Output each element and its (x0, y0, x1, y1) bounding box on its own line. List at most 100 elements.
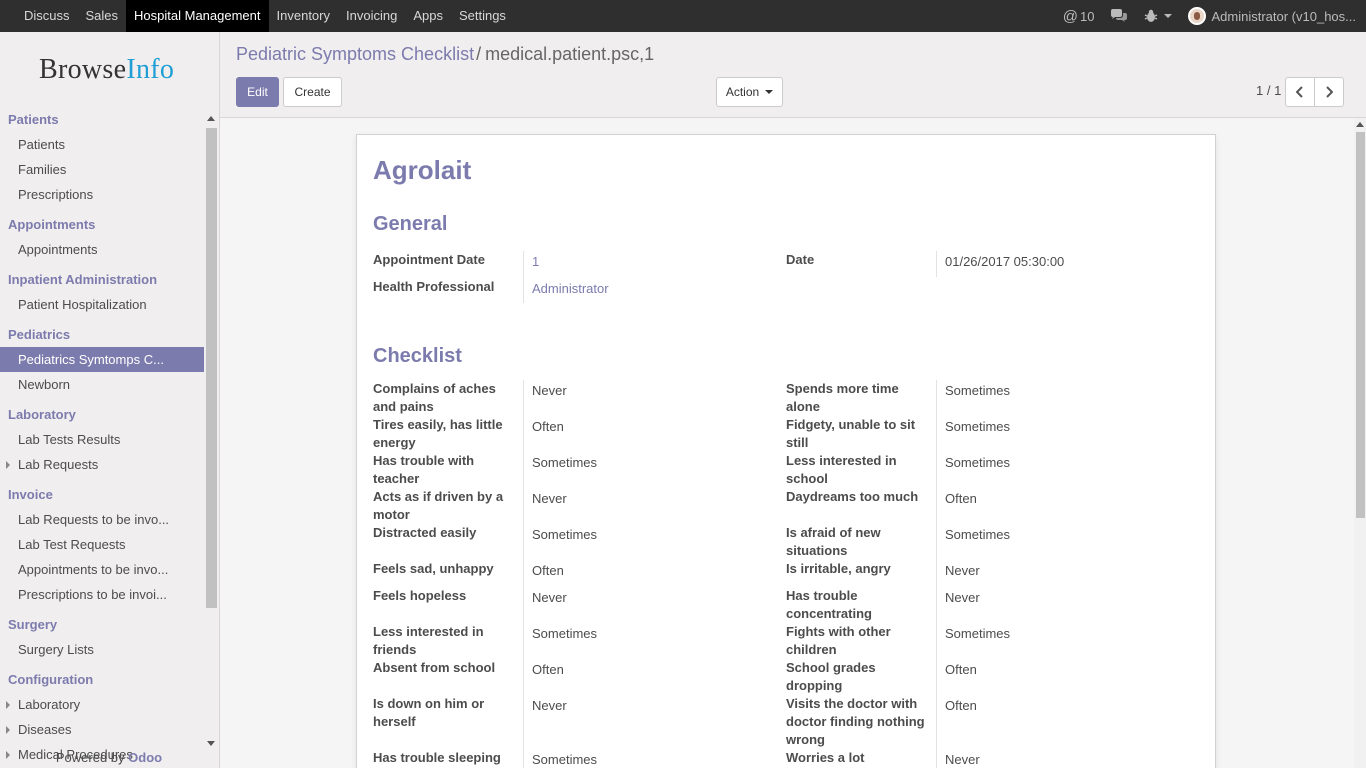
app-menu-discuss[interactable]: Discuss (16, 0, 78, 32)
mentions-button[interactable]: @ 10 (1063, 8, 1095, 25)
app-menu-inventory[interactable]: Inventory (269, 0, 338, 32)
sidebar-section-patients[interactable]: Patients (0, 108, 204, 132)
date-value: 01/26/2017 05:30:00 (945, 254, 1065, 269)
checklist-question: Absent from school (373, 660, 496, 675)
pager-value: 1 / 1 (1256, 83, 1282, 98)
edit-button[interactable]: Edit (236, 77, 279, 107)
checklist-answer: Often (532, 662, 564, 677)
sidebar-item-lab-test-requests[interactable]: Lab Test Requests (0, 532, 204, 557)
user-menu[interactable]: Administrator (v10_hos... (1188, 7, 1356, 25)
sidebar-item-lab-tests-results[interactable]: Lab Tests Results (0, 427, 204, 452)
sidebar-item-label: Newborn (18, 377, 71, 392)
sidebar-item-label: Patients (18, 137, 65, 152)
sidebar-item-label: Families (18, 162, 67, 177)
checklist-question: Distracted easily (373, 525, 477, 540)
sidebar-item-appointments-to-be-invo[interactable]: Appointments to be invo... (0, 557, 204, 582)
appointment-date-link[interactable]: 1 (532, 253, 539, 271)
checklist-answer: Sometimes (945, 527, 1011, 542)
control-panel: Pediatric Symptoms Checklist / medical.pat… (220, 32, 1366, 118)
app-menu-hospital-management[interactable]: Hospital Management (126, 0, 269, 32)
scroll-up-icon[interactable] (207, 116, 215, 121)
checklist-answer: Often (945, 662, 977, 677)
sidebar-section-laboratory[interactable]: Laboratory (0, 403, 204, 427)
sidebar-section-configuration[interactable]: Configuration (0, 668, 204, 692)
sidebar-item-label: Prescriptions (18, 187, 94, 202)
sidebar-section-inpatient-administration[interactable]: Inpatient Administration (0, 268, 204, 292)
scrollbar-thumb[interactable] (206, 128, 217, 608)
sidebar-item-label: Lab Requests to be invo... (18, 512, 170, 527)
sidebar-item-label: Patient Hospitalization (18, 297, 147, 312)
checklist-question: School grades dropping (786, 660, 876, 693)
avatar (1188, 7, 1207, 25)
checklist-question: Fidgety, unable to sit still (786, 417, 916, 450)
sidebar-item-surgery-lists[interactable]: Surgery Lists (0, 637, 204, 662)
field-separator (523, 380, 524, 768)
powered-by: Powered by Odoo (55, 750, 163, 765)
checklist-question: Is afraid of new situations (786, 525, 881, 558)
sidebar-section-appointments[interactable]: Appointments (0, 213, 204, 237)
checklist-answer: Often (532, 419, 564, 434)
sidebar: BrowseInfo Patients Patients Families Presc… (0, 32, 220, 768)
chat-button[interactable] (1110, 9, 1128, 23)
user-name: Administrator (v10_hos... (1211, 8, 1356, 24)
checklist-question: Feels hopeless (373, 588, 467, 603)
checklist-answer: Often (532, 563, 564, 578)
caret-right-icon (6, 726, 10, 734)
sidebar-item-prescriptions-to-be-invoi[interactable]: Prescriptions to be invoi... (0, 582, 204, 607)
app-menu-sales[interactable]: Sales (78, 0, 127, 32)
sidebar-section-pediatrics[interactable]: Pediatrics (0, 323, 204, 347)
checklist-question: Has trouble with teacher (373, 453, 475, 486)
app-menu: Discuss Sales Hospital Management Inventory… (16, 0, 514, 32)
sidebar-item-prescriptions[interactable]: Prescriptions (0, 182, 204, 207)
breadcrumb: Pediatric Symptoms Checklist / medical.pat… (236, 44, 655, 64)
debug-menu[interactable] (1144, 9, 1173, 23)
scroll-down-icon[interactable] (207, 741, 215, 746)
sidebar-item-label: Pediatrics Symtomps C... (18, 352, 164, 367)
checklist-question: Worries a lot (786, 750, 865, 765)
sidebar-scrollbar[interactable] (204, 112, 218, 748)
scroll-up-icon[interactable] (1356, 122, 1364, 127)
checklist-answer: Sometimes (532, 626, 598, 641)
app-menu-apps[interactable]: Apps (405, 0, 451, 32)
sidebar-item-families[interactable]: Families (0, 157, 204, 182)
sidebar-item-lab-requests-to-be-invo[interactable]: Lab Requests to be invo... (0, 507, 204, 532)
sidebar-menu: Patients Patients Families Prescriptions App… (0, 108, 204, 767)
sidebar-item-appointments[interactable]: Appointments (0, 237, 204, 262)
sidebar-item-laboratory[interactable]: Laboratory (0, 692, 204, 717)
sidebar-item-diseases[interactable]: Diseases (0, 717, 204, 742)
sidebar-item-label: Surgery Lists (18, 642, 94, 657)
checklist-answer: Never (945, 563, 980, 578)
sidebar-section-invoice[interactable]: Invoice (0, 483, 204, 507)
sidebar-item-patients[interactable]: Patients (0, 132, 204, 157)
scrollbar-thumb[interactable] (1356, 132, 1365, 518)
field-separator (936, 380, 937, 768)
sidebar-item-label: Laboratory (18, 697, 81, 712)
create-button[interactable]: Create (283, 77, 342, 107)
app-menu-invoicing[interactable]: Invoicing (338, 0, 405, 32)
sidebar-item-newborn[interactable]: Newborn (0, 372, 204, 397)
sidebar-section-surgery[interactable]: Surgery (0, 613, 204, 637)
pager-next-button[interactable] (1314, 77, 1344, 107)
pager-previous-button[interactable] (1285, 77, 1315, 107)
checklist-question: Daydreams too much (786, 489, 919, 504)
content-scrollbar[interactable] (1354, 118, 1366, 768)
sidebar-item-label: Prescriptions to be invoi... (18, 587, 167, 602)
mentions-count: 10 (1080, 8, 1095, 24)
checklist-question: Spends more time alone (786, 381, 899, 414)
checklist-answer: Sometimes (532, 527, 598, 542)
at-icon: @ (1062, 7, 1079, 25)
chevron-left-icon (1296, 86, 1303, 98)
bug-icon (1145, 9, 1158, 22)
sidebar-item-lab-requests[interactable]: Lab Requests (0, 452, 204, 477)
app-menu-settings[interactable]: Settings (451, 0, 514, 32)
sidebar-item-pediatrics-symtomps-c[interactable]: Pediatrics Symtomps C... (0, 347, 204, 372)
checklist-question: Feels sad, unhappy (373, 561, 494, 576)
sidebar-item-patient-hospitalization[interactable]: Patient Hospitalization (0, 292, 204, 317)
action-dropdown[interactable]: Action (716, 77, 783, 107)
sidebar-item-label: Diseases (18, 722, 72, 737)
odoo-link[interactable]: Odoo (128, 750, 162, 765)
company-logo[interactable]: BrowseInfo (39, 54, 174, 86)
breadcrumb-parent[interactable]: Pediatric Symptoms Checklist (236, 44, 474, 64)
checklist-question: Tires easily, has little energy (373, 417, 503, 450)
health-professional-link[interactable]: Administrator (532, 280, 609, 298)
